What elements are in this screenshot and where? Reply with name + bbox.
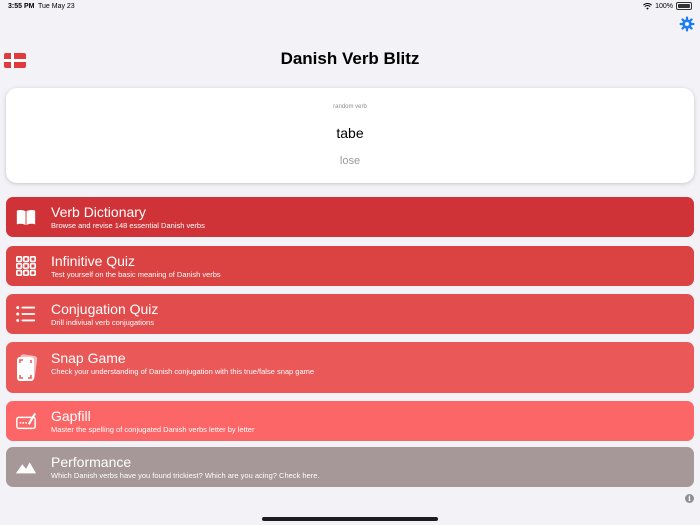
book-icon [16, 209, 36, 226]
settings-button[interactable] [679, 16, 695, 32]
menu-subtitle: Test yourself on the basic meaning of Da… [51, 270, 221, 279]
status-time: 3:55 PM [8, 3, 35, 10]
grid-icon [16, 256, 36, 276]
verb-dictionary-button[interactable]: Verb Dictionary Browse and revise 148 es… [6, 197, 694, 237]
menu-subtitle: Browse and revise 148 essential Danish v… [51, 221, 205, 230]
snap-game-button[interactable]: Snap Game Check your understanding of Da… [6, 342, 694, 393]
random-verb-translation: lose [339, 155, 361, 167]
menu-title: Conjugation Quiz [51, 301, 159, 317]
performance-button[interactable]: Performance Which Danish verbs have you … [6, 447, 694, 487]
pencil-field-icon [16, 412, 37, 430]
menu-title: Performance [51, 454, 132, 470]
conjugation-quiz-button[interactable]: Conjugation Quiz Drill indiviual verb co… [6, 294, 694, 334]
menu-subtitle: Master the spelling of conjugated Danish… [51, 425, 255, 434]
battery-icon [676, 2, 692, 10]
menu-subtitle: Drill indiviual verb conjugations [51, 318, 154, 327]
random-verb-word: tabe [336, 125, 364, 141]
menu-title: Gapfill [51, 408, 91, 424]
wifi-icon [643, 2, 653, 10]
page-title: Danish Verb Blitz [280, 49, 420, 68]
status-date: Tue May 23 [38, 3, 75, 10]
home-indicator[interactable] [262, 517, 438, 521]
random-verb-caption: random verb [333, 104, 367, 110]
cards-icon [17, 354, 38, 381]
menu-subtitle: Check your understanding of Danish conju… [51, 367, 315, 376]
menu-title: Infinitive Quiz [51, 253, 136, 269]
battery-percent: 100% [655, 2, 673, 10]
mountain-chart-icon [15, 462, 37, 474]
gear-icon [679, 16, 695, 32]
gapfill-button[interactable]: Gapfill Master the spelling of conjugate… [6, 401, 694, 441]
menu-title: Snap Game [51, 350, 126, 366]
infinitive-quiz-button[interactable]: Infinitive Quiz Test yourself on the bas… [6, 246, 694, 286]
random-verb-card[interactable]: random verb tabe lose [6, 88, 694, 183]
list-icon [16, 306, 36, 322]
status-bar: 3:55 PM Tue May 23 100% [0, 0, 700, 14]
menu-title: Verb Dictionary [51, 204, 146, 220]
status-right: 100% [643, 2, 692, 10]
menu-subtitle: Which Danish verbs have you found tricki… [51, 471, 320, 480]
info-icon[interactable]: i [685, 494, 694, 503]
